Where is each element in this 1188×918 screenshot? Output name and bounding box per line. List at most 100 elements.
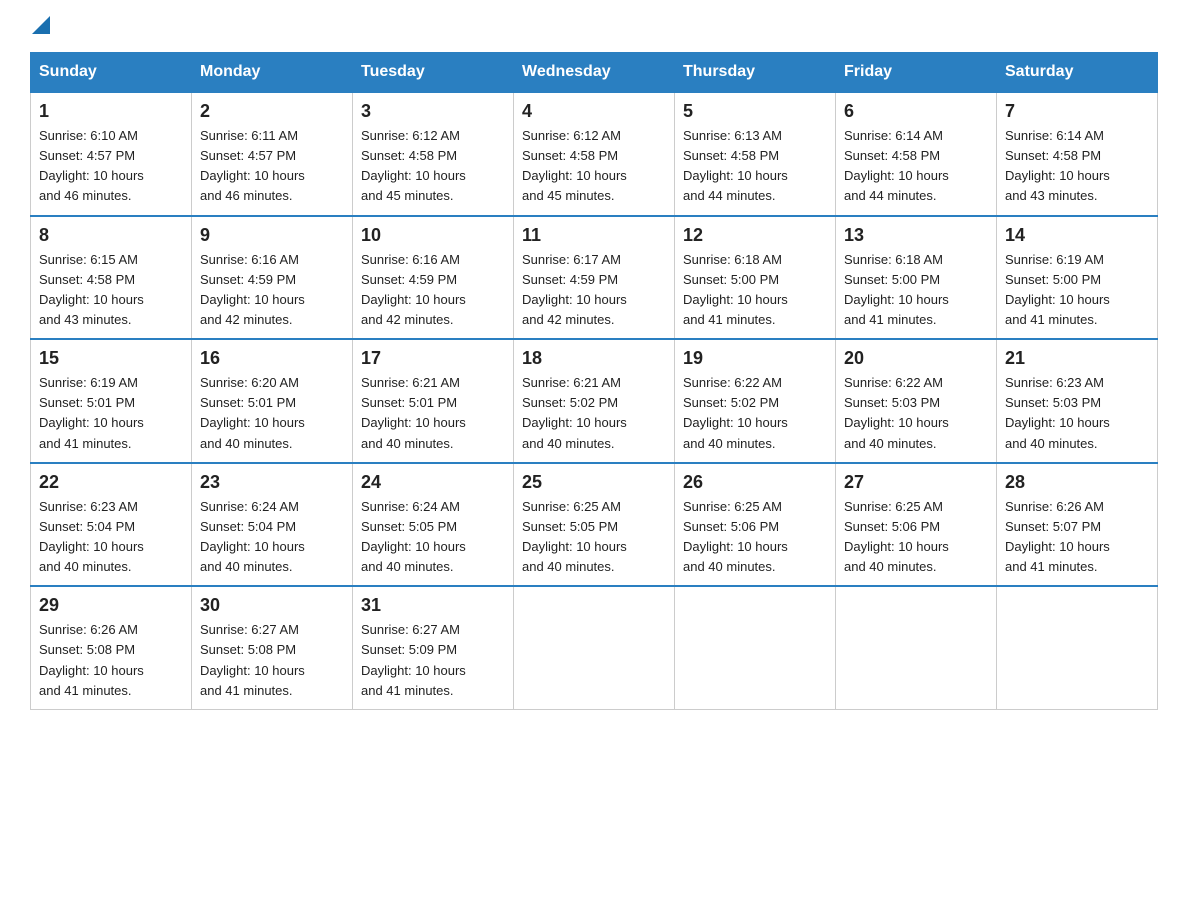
calendar-cell: 18 Sunrise: 6:21 AMSunset: 5:02 PMDaylig…: [514, 339, 675, 463]
day-info: Sunrise: 6:22 AMSunset: 5:03 PMDaylight:…: [844, 375, 949, 450]
day-info: Sunrise: 6:16 AMSunset: 4:59 PMDaylight:…: [361, 252, 466, 327]
day-info: Sunrise: 6:19 AMSunset: 5:00 PMDaylight:…: [1005, 252, 1110, 327]
calendar-cell: 23 Sunrise: 6:24 AMSunset: 5:04 PMDaylig…: [192, 463, 353, 587]
day-number: 27: [844, 472, 988, 493]
day-number: 26: [683, 472, 827, 493]
calendar-week-row: 29 Sunrise: 6:26 AMSunset: 5:08 PMDaylig…: [31, 586, 1158, 709]
day-number: 21: [1005, 348, 1149, 369]
day-number: 25: [522, 472, 666, 493]
calendar-cell: 7 Sunrise: 6:14 AMSunset: 4:58 PMDayligh…: [997, 92, 1158, 216]
day-number: 28: [1005, 472, 1149, 493]
calendar-cell: [997, 586, 1158, 709]
calendar-cell: 3 Sunrise: 6:12 AMSunset: 4:58 PMDayligh…: [353, 92, 514, 216]
calendar-cell: 30 Sunrise: 6:27 AMSunset: 5:08 PMDaylig…: [192, 586, 353, 709]
day-info: Sunrise: 6:16 AMSunset: 4:59 PMDaylight:…: [200, 252, 305, 327]
calendar-cell: [514, 586, 675, 709]
day-info: Sunrise: 6:27 AMSunset: 5:09 PMDaylight:…: [361, 622, 466, 697]
calendar-cell: [836, 586, 997, 709]
calendar-cell: 14 Sunrise: 6:19 AMSunset: 5:00 PMDaylig…: [997, 216, 1158, 340]
day-number: 4: [522, 101, 666, 122]
day-info: Sunrise: 6:17 AMSunset: 4:59 PMDaylight:…: [522, 252, 627, 327]
day-info: Sunrise: 6:14 AMSunset: 4:58 PMDaylight:…: [844, 128, 949, 203]
day-number: 2: [200, 101, 344, 122]
day-info: Sunrise: 6:24 AMSunset: 5:05 PMDaylight:…: [361, 499, 466, 574]
calendar-cell: 8 Sunrise: 6:15 AMSunset: 4:58 PMDayligh…: [31, 216, 192, 340]
day-info: Sunrise: 6:23 AMSunset: 5:04 PMDaylight:…: [39, 499, 144, 574]
calendar-cell: 24 Sunrise: 6:24 AMSunset: 5:05 PMDaylig…: [353, 463, 514, 587]
day-number: 30: [200, 595, 344, 616]
day-number: 22: [39, 472, 183, 493]
day-info: Sunrise: 6:12 AMSunset: 4:58 PMDaylight:…: [361, 128, 466, 203]
calendar-cell: 29 Sunrise: 6:26 AMSunset: 5:08 PMDaylig…: [31, 586, 192, 709]
day-info: Sunrise: 6:23 AMSunset: 5:03 PMDaylight:…: [1005, 375, 1110, 450]
day-number: 9: [200, 225, 344, 246]
day-info: Sunrise: 6:27 AMSunset: 5:08 PMDaylight:…: [200, 622, 305, 697]
calendar-cell: 26 Sunrise: 6:25 AMSunset: 5:06 PMDaylig…: [675, 463, 836, 587]
col-header-tuesday: Tuesday: [353, 53, 514, 93]
day-number: 15: [39, 348, 183, 369]
day-number: 31: [361, 595, 505, 616]
day-info: Sunrise: 6:24 AMSunset: 5:04 PMDaylight:…: [200, 499, 305, 574]
day-info: Sunrise: 6:25 AMSunset: 5:05 PMDaylight:…: [522, 499, 627, 574]
calendar-cell: 1 Sunrise: 6:10 AMSunset: 4:57 PMDayligh…: [31, 92, 192, 216]
day-number: 8: [39, 225, 183, 246]
day-info: Sunrise: 6:12 AMSunset: 4:58 PMDaylight:…: [522, 128, 627, 203]
col-header-sunday: Sunday: [31, 53, 192, 93]
day-number: 13: [844, 225, 988, 246]
day-number: 6: [844, 101, 988, 122]
calendar-cell: 22 Sunrise: 6:23 AMSunset: 5:04 PMDaylig…: [31, 463, 192, 587]
calendar-cell: 9 Sunrise: 6:16 AMSunset: 4:59 PMDayligh…: [192, 216, 353, 340]
calendar-cell: 16 Sunrise: 6:20 AMSunset: 5:01 PMDaylig…: [192, 339, 353, 463]
calendar-table: SundayMondayTuesdayWednesdayThursdayFrid…: [30, 52, 1158, 710]
day-info: Sunrise: 6:26 AMSunset: 5:08 PMDaylight:…: [39, 622, 144, 697]
col-header-friday: Friday: [836, 53, 997, 93]
day-number: 18: [522, 348, 666, 369]
day-info: Sunrise: 6:26 AMSunset: 5:07 PMDaylight:…: [1005, 499, 1110, 574]
day-number: 11: [522, 225, 666, 246]
col-header-monday: Monday: [192, 53, 353, 93]
day-info: Sunrise: 6:22 AMSunset: 5:02 PMDaylight:…: [683, 375, 788, 450]
calendar-cell: 2 Sunrise: 6:11 AMSunset: 4:57 PMDayligh…: [192, 92, 353, 216]
day-number: 29: [39, 595, 183, 616]
calendar-cell: 20 Sunrise: 6:22 AMSunset: 5:03 PMDaylig…: [836, 339, 997, 463]
calendar-week-row: 22 Sunrise: 6:23 AMSunset: 5:04 PMDaylig…: [31, 463, 1158, 587]
day-info: Sunrise: 6:11 AMSunset: 4:57 PMDaylight:…: [200, 128, 305, 203]
day-number: 19: [683, 348, 827, 369]
col-header-saturday: Saturday: [997, 53, 1158, 93]
calendar-cell: 25 Sunrise: 6:25 AMSunset: 5:05 PMDaylig…: [514, 463, 675, 587]
calendar-cell: 19 Sunrise: 6:22 AMSunset: 5:02 PMDaylig…: [675, 339, 836, 463]
day-info: Sunrise: 6:19 AMSunset: 5:01 PMDaylight:…: [39, 375, 144, 450]
calendar-week-row: 15 Sunrise: 6:19 AMSunset: 5:01 PMDaylig…: [31, 339, 1158, 463]
day-number: 17: [361, 348, 505, 369]
calendar-cell: 17 Sunrise: 6:21 AMSunset: 5:01 PMDaylig…: [353, 339, 514, 463]
calendar-week-row: 8 Sunrise: 6:15 AMSunset: 4:58 PMDayligh…: [31, 216, 1158, 340]
col-header-wednesday: Wednesday: [514, 53, 675, 93]
calendar-cell: 6 Sunrise: 6:14 AMSunset: 4:58 PMDayligh…: [836, 92, 997, 216]
calendar-header-row: SundayMondayTuesdayWednesdayThursdayFrid…: [31, 53, 1158, 93]
day-info: Sunrise: 6:15 AMSunset: 4:58 PMDaylight:…: [39, 252, 144, 327]
logo: [30, 20, 50, 32]
day-number: 1: [39, 101, 183, 122]
calendar-cell: 13 Sunrise: 6:18 AMSunset: 5:00 PMDaylig…: [836, 216, 997, 340]
calendar-cell: [675, 586, 836, 709]
calendar-cell: 28 Sunrise: 6:26 AMSunset: 5:07 PMDaylig…: [997, 463, 1158, 587]
page-header: [30, 20, 1158, 32]
day-number: 23: [200, 472, 344, 493]
calendar-cell: 21 Sunrise: 6:23 AMSunset: 5:03 PMDaylig…: [997, 339, 1158, 463]
day-number: 10: [361, 225, 505, 246]
calendar-cell: 27 Sunrise: 6:25 AMSunset: 5:06 PMDaylig…: [836, 463, 997, 587]
calendar-cell: 10 Sunrise: 6:16 AMSunset: 4:59 PMDaylig…: [353, 216, 514, 340]
logo-triangle-icon: [32, 16, 50, 34]
day-number: 24: [361, 472, 505, 493]
day-info: Sunrise: 6:21 AMSunset: 5:01 PMDaylight:…: [361, 375, 466, 450]
day-info: Sunrise: 6:18 AMSunset: 5:00 PMDaylight:…: [683, 252, 788, 327]
day-number: 5: [683, 101, 827, 122]
calendar-cell: 12 Sunrise: 6:18 AMSunset: 5:00 PMDaylig…: [675, 216, 836, 340]
col-header-thursday: Thursday: [675, 53, 836, 93]
day-number: 20: [844, 348, 988, 369]
day-number: 12: [683, 225, 827, 246]
day-number: 7: [1005, 101, 1149, 122]
calendar-cell: 15 Sunrise: 6:19 AMSunset: 5:01 PMDaylig…: [31, 339, 192, 463]
calendar-cell: 31 Sunrise: 6:27 AMSunset: 5:09 PMDaylig…: [353, 586, 514, 709]
day-number: 3: [361, 101, 505, 122]
